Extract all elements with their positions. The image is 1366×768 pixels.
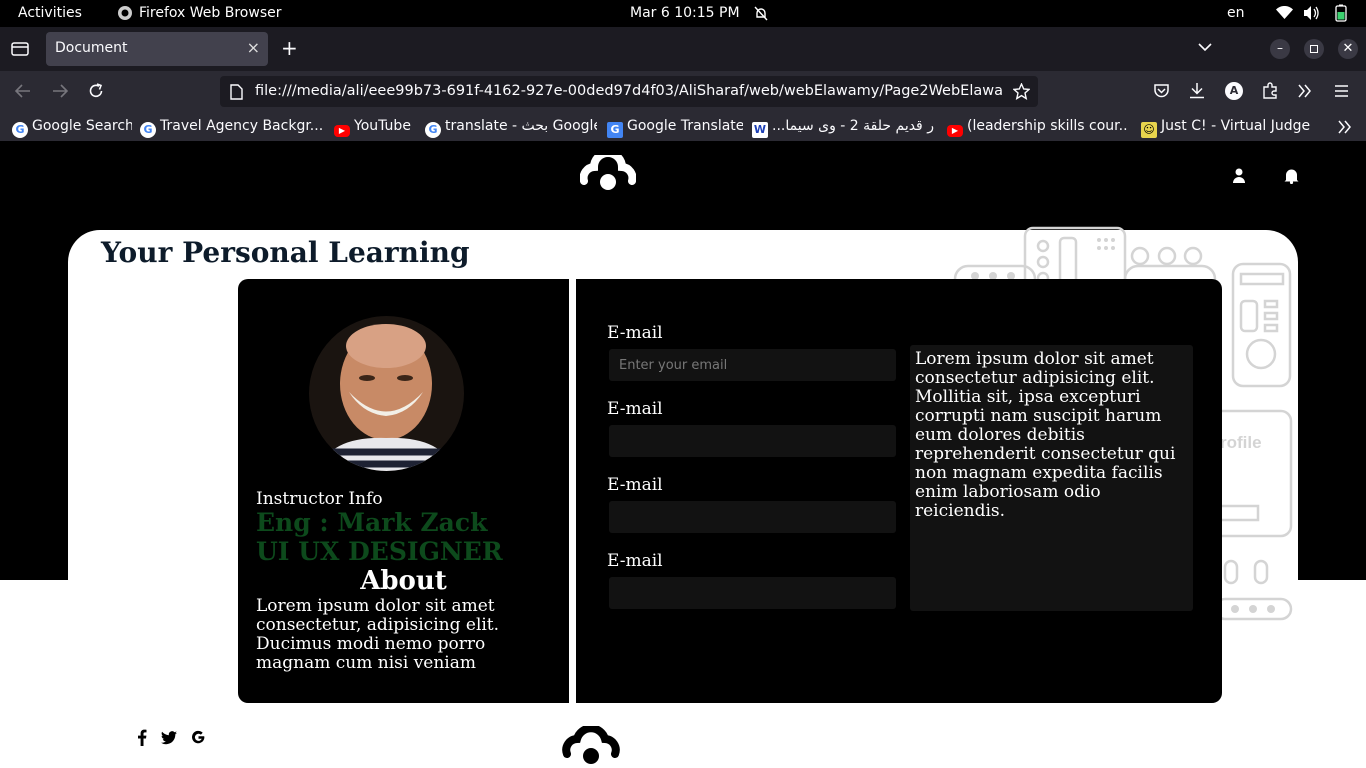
- restore-window-icon[interactable]: [1304, 39, 1324, 59]
- instructor-avatar: [309, 316, 464, 471]
- clock[interactable]: Mar 6 10:15 PM: [630, 5, 740, 21]
- instructor-info-label: Instructor Info: [256, 489, 383, 509]
- google-icon: G: [12, 122, 28, 138]
- reload-icon[interactable]: [88, 83, 104, 99]
- close-tab-icon[interactable]: ×: [247, 38, 260, 57]
- google-icon: G: [140, 122, 156, 138]
- account-avatar-icon[interactable]: A: [1225, 82, 1243, 100]
- page-file-icon: [230, 84, 243, 100]
- activities-button[interactable]: Activities: [18, 5, 82, 21]
- more-tools-chevrons-icon[interactable]: [1298, 84, 1312, 98]
- user-profile-icon[interactable]: [1232, 168, 1246, 183]
- bookmark-google-translate[interactable]: G Google Translate: [607, 118, 743, 138]
- input-language[interactable]: en: [1227, 5, 1245, 21]
- tab-title: Document: [55, 40, 128, 56]
- active-app-name[interactable]: Firefox Web Browser: [139, 5, 282, 21]
- bookmark-travel-agency[interactable]: G Travel Agency Backgr...: [140, 118, 322, 138]
- email-input-2[interactable]: [609, 425, 896, 457]
- illustration-profile-text: rofile: [1220, 433, 1262, 452]
- browser-nav-bar: file:///media/ali/eee99b73-691f-4162-927…: [0, 71, 1366, 112]
- url-bar[interactable]: file:///media/ali/eee99b73-691f-4162-927…: [220, 76, 1038, 107]
- bookmarks-toolbar: G Google Search G Travel Agency Backgr... …: [0, 112, 1366, 141]
- new-tab-icon[interactable]: +: [281, 36, 298, 60]
- bookmark-wecima[interactable]: W ...ر قديم حلقة 2 - وى سيما: [752, 118, 935, 138]
- page-viewport: Your Personal Learning rofile Instructor…: [0, 141, 1366, 768]
- email-input-3[interactable]: [609, 501, 896, 533]
- google-plus-icon[interactable]: [191, 730, 206, 745]
- footer-logo-icon[interactable]: [562, 726, 620, 764]
- avatar-photo: [309, 316, 464, 471]
- youtube-icon: ▶: [334, 125, 350, 137]
- volume-icon[interactable]: [1303, 5, 1320, 21]
- twitter-icon[interactable]: [161, 731, 177, 745]
- w-icon: W: [752, 122, 768, 138]
- notifications-muted-icon: [754, 6, 768, 21]
- email-input-1[interactable]: [609, 349, 896, 381]
- system-top-bar: Activities Firefox Web Browser Mar 6 10:…: [0, 0, 1366, 27]
- message-textarea[interactable]: Lorem ipsum dolor sit amet consectetur a…: [910, 345, 1193, 611]
- bookmark-youtube[interactable]: ▶ YouTube: [334, 118, 416, 137]
- page-heading: Your Personal Learning: [101, 236, 470, 269]
- email-label-1: E-mail: [607, 323, 663, 343]
- close-window-icon[interactable]: ✕: [1338, 39, 1358, 59]
- bookmark-google-search[interactable]: G Google Search: [12, 118, 132, 138]
- bookmark-leadership-skills[interactable]: ▶ (leadership skills cour...: [947, 118, 1129, 137]
- instructor-name: Eng : Mark Zack: [256, 508, 488, 537]
- judge-icon: ☺: [1141, 122, 1157, 138]
- url-text[interactable]: file:///media/ali/eee99b73-691f-4162-927…: [255, 83, 1003, 99]
- list-tabs-chevron-icon[interactable]: [1198, 43, 1212, 52]
- notification-bell-icon[interactable]: [1284, 167, 1299, 184]
- browser-tab-bar: Document × + – ✕: [0, 27, 1366, 71]
- google-translate-icon: G: [607, 122, 623, 138]
- battery-charging-icon[interactable]: [1333, 4, 1349, 22]
- email-label-3: E-mail: [607, 475, 663, 495]
- bookmark-translate-search[interactable]: Gtranslate - بحث Google: [425, 118, 597, 138]
- instructor-role: UI UX DESIGNER: [256, 537, 503, 566]
- more-bookmarks-chevrons-icon[interactable]: [1338, 120, 1352, 134]
- hamburger-menu-icon[interactable]: [1334, 85, 1349, 97]
- downloads-icon[interactable]: [1189, 82, 1205, 99]
- youtube-icon: ▶: [947, 125, 963, 137]
- extensions-puzzle-icon[interactable]: [1262, 82, 1279, 99]
- pocket-icon[interactable]: [1153, 83, 1170, 99]
- bookmark-star-icon[interactable]: [1013, 83, 1030, 100]
- site-logo-icon[interactable]: [580, 155, 636, 191]
- wifi-icon[interactable]: [1276, 6, 1293, 20]
- bookmark-just-c[interactable]: ☺ Just C! - Virtual Judge: [1141, 118, 1311, 138]
- google-icon: G: [425, 122, 441, 138]
- about-text: Lorem ipsum dolor sit amet consectetur, …: [256, 596, 500, 673]
- instructor-card: Instructor Info Eng : Mark Zack UI UX DE…: [238, 279, 569, 703]
- about-title: About: [360, 566, 447, 596]
- forward-arrow-icon[interactable]: [52, 84, 68, 98]
- email-label-4: E-mail: [607, 551, 663, 571]
- form-card: E-mail E-mail E-mail E-mail Lorem ipsum …: [576, 279, 1222, 703]
- email-label-2: E-mail: [607, 399, 663, 419]
- email-input-4[interactable]: [609, 577, 896, 609]
- facebook-icon[interactable]: [137, 729, 147, 746]
- back-arrow-icon[interactable]: [15, 84, 31, 98]
- minimize-window-icon[interactable]: –: [1270, 39, 1290, 59]
- firefox-icon: [118, 6, 132, 20]
- active-tab[interactable]: Document ×: [46, 32, 268, 66]
- firefox-view-icon[interactable]: [11, 41, 29, 57]
